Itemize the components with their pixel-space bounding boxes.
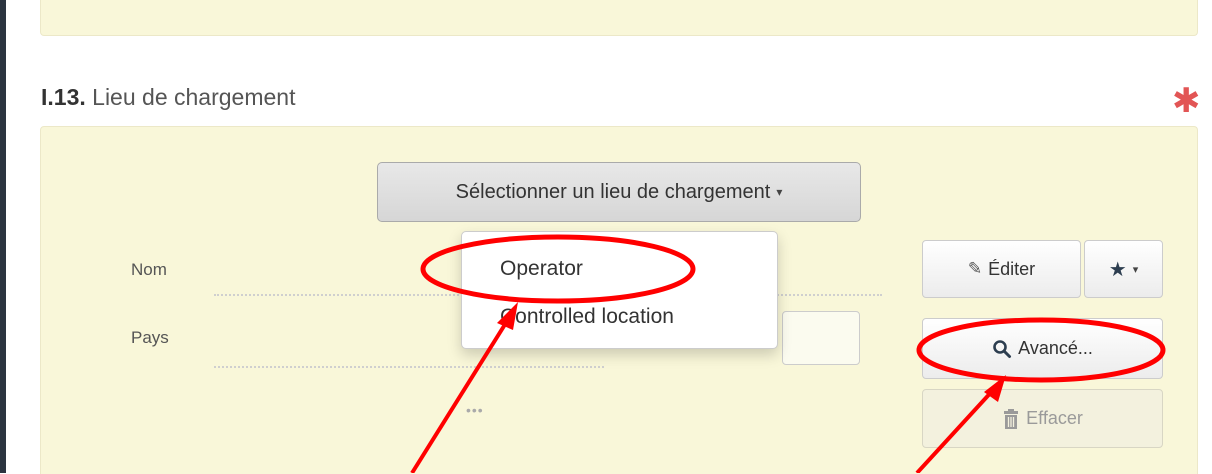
loading-place-dropdown: Operator Controlled location: [461, 231, 778, 349]
trash-icon: [1002, 408, 1020, 429]
edit-button[interactable]: ✎ Éditer: [922, 240, 1081, 298]
chevron-down-icon: ▾: [1132, 263, 1139, 276]
favorites-button[interactable]: ★ ▾: [1084, 240, 1163, 298]
chevron-down-icon: ▾: [776, 185, 783, 199]
left-border: [0, 0, 6, 473]
name-label: Nom: [131, 260, 167, 279]
more-ellipsis[interactable]: •••: [466, 402, 484, 418]
star-icon: ★: [1108, 258, 1127, 281]
required-asterisk-icon: ✱: [1172, 82, 1201, 120]
edit-button-label: Éditer: [988, 258, 1036, 279]
section-number: I.13.: [41, 84, 86, 110]
country-label: Pays: [131, 328, 169, 347]
previous-section-panel: [40, 0, 1198, 36]
dropdown-item-operator[interactable]: Operator: [500, 257, 583, 281]
clear-button-label: Effacer: [1026, 408, 1083, 428]
search-icon: [992, 339, 1012, 359]
edit-icon: ✎: [967, 259, 983, 278]
dropdown-item-controlled-location[interactable]: Controlled location: [500, 305, 674, 329]
country-code-box: [782, 311, 860, 365]
section-title: I.13. Lieu de chargement: [41, 84, 295, 111]
country-value-line: [214, 366, 604, 368]
section-label: Lieu de chargement: [92, 84, 296, 110]
select-loading-place-button[interactable]: Sélectionner un lieu de chargement ▾: [377, 162, 861, 222]
advanced-search-button[interactable]: Avancé...: [922, 318, 1163, 379]
select-loading-place-label: Sélectionner un lieu de chargement: [455, 180, 771, 203]
advanced-search-label: Avancé...: [1018, 338, 1093, 358]
clear-button[interactable]: Effacer: [922, 389, 1163, 448]
